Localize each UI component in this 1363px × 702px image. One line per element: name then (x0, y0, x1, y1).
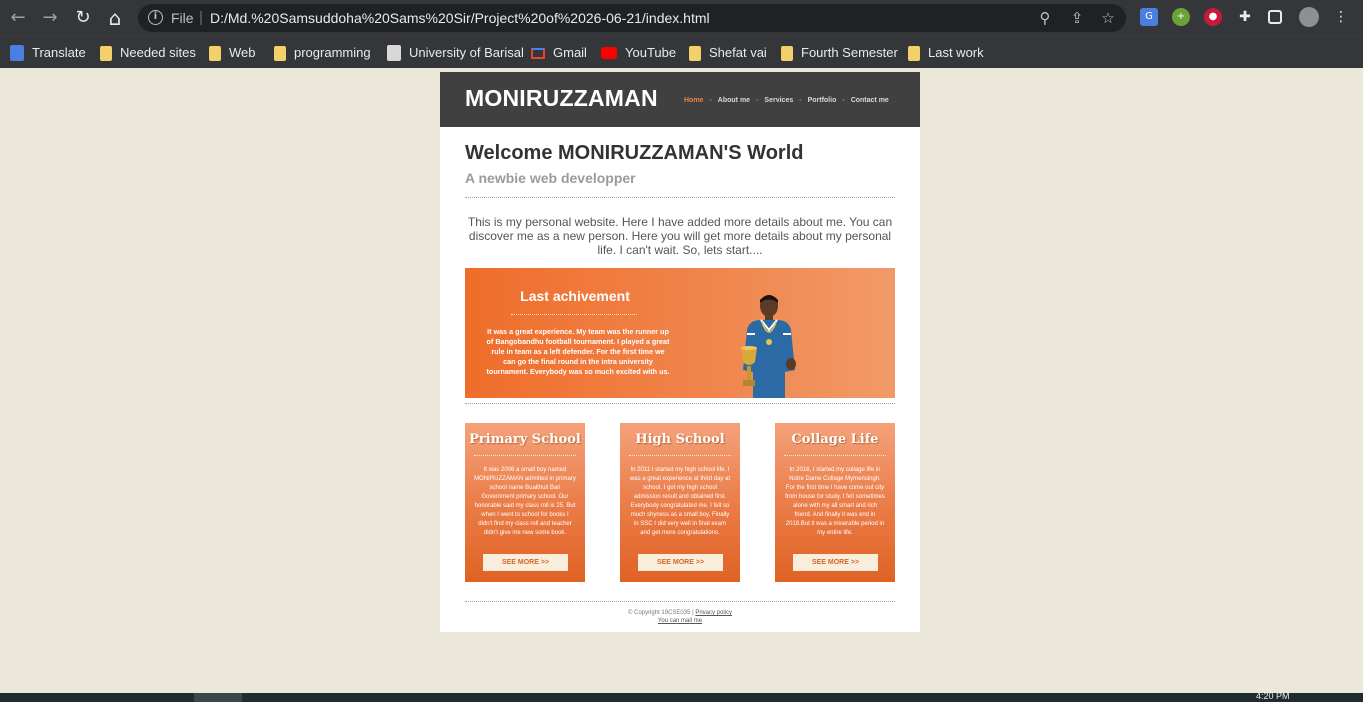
red-extension-icon[interactable]: ● (1204, 8, 1222, 26)
forward-icon[interactable]: → (38, 6, 62, 30)
nav-contact-me[interactable]: Contact me (851, 97, 889, 104)
banner-title: Last achivement (520, 288, 630, 304)
bookmark-star-icon[interactable]: ☆ (1097, 8, 1119, 28)
nav-separator: - (709, 97, 712, 104)
bookmark-label: Fourth Semester (801, 45, 898, 60)
reload-icon[interactable]: ↻ (71, 6, 95, 30)
bookmark-label: YouTube (625, 45, 677, 60)
see-more-button[interactable]: SEE MORE >> (483, 554, 568, 571)
bookmark-youtube[interactable]: YouTube (601, 43, 676, 63)
bookmark-label: University of Barisal (409, 45, 524, 60)
see-more-button[interactable]: SEE MORE >> (638, 554, 723, 571)
page-container: MONIRUZZAMAN Home - About me - Services … (440, 72, 920, 632)
folder-icon (209, 45, 221, 61)
kebab-menu-icon[interactable]: ⋮ (1332, 8, 1350, 26)
card-text: In 2016, I started my collage life in No… (785, 467, 885, 536)
bookmark-needed-sites[interactable]: Needed sites (100, 43, 196, 63)
url-separator: | (199, 9, 203, 26)
main-nav: Home - About me - Services - Portfolio -… (684, 97, 889, 104)
card-text: In 2011 I started my high school life. I… (629, 467, 731, 536)
card-divider (784, 455, 886, 456)
card-primary-school: Primary School It was 2006 a small boy n… (465, 423, 585, 582)
site-info-icon[interactable]: i (148, 10, 163, 25)
address-bar[interactable]: i File | D:/Md.%20Samsuddoha%20Sams%20Si… (138, 4, 1126, 32)
folder-icon (100, 45, 112, 61)
bookmark-label: Gmail (553, 45, 587, 60)
bookmark-label: Shefat vai (709, 45, 767, 60)
taskbar-clock: 4:20 PM (1256, 691, 1290, 701)
translate-icon (10, 45, 24, 61)
divider (465, 197, 895, 198)
folder-icon (274, 45, 286, 61)
taskbar-browser-button[interactable] (194, 693, 242, 702)
bookmarks-bar: Translate Needed sites Web programming U… (0, 36, 1363, 68)
site-header: MONIRUZZAMAN Home - About me - Services … (440, 72, 920, 127)
card-high-school: High School In 2011 I started my high sc… (620, 423, 740, 582)
bookmark-label: Translate (32, 45, 86, 60)
bookmark-last-work[interactable]: Last work (908, 43, 984, 63)
card-title: Primary School (469, 432, 581, 447)
share-icon[interactable]: ⇪ (1066, 8, 1088, 28)
bookmark-fourth-semester[interactable]: Fourth Semester (781, 43, 898, 63)
university-icon (387, 45, 401, 61)
google-translate-extension-icon[interactable]: G (1140, 8, 1158, 26)
bookmark-label: programming (294, 45, 371, 60)
zoom-icon[interactable]: ⚲ (1034, 8, 1056, 28)
profile-avatar[interactable] (1299, 7, 1319, 27)
site-logo[interactable]: MONIRUZZAMAN (465, 85, 658, 112)
browser-toolbar: ← → ↻ ⌂ i File | D:/Md.%20Samsuddoha%20S… (0, 0, 1363, 36)
bookmark-gmail[interactable]: Gmail (531, 43, 587, 63)
see-more-button[interactable]: SEE MORE >> (793, 554, 878, 571)
side-panel-icon[interactable] (1268, 10, 1282, 24)
nav-portfolio[interactable]: Portfolio (808, 97, 837, 104)
privacy-policy-link[interactable]: Privacy policy (695, 610, 732, 616)
home-icon[interactable]: ⌂ (103, 6, 127, 30)
bookmark-translate[interactable]: Translate (10, 43, 86, 63)
page-title: Welcome MONIRUZZAMAN'S World (465, 142, 804, 164)
banner-divider (511, 314, 637, 315)
banner-text: It was a great experience. My team was t… (486, 327, 670, 376)
player-with-trophy-photo (741, 295, 796, 398)
nav-separator: - (756, 97, 759, 104)
youtube-icon (601, 47, 617, 59)
card-divider (474, 455, 576, 456)
puzzle-extensions-icon[interactable]: ✚ (1236, 8, 1254, 26)
card-title: Collage Life (791, 432, 879, 447)
url-scheme: File (171, 10, 194, 26)
bookmark-label: Needed sites (120, 45, 196, 60)
mail-me-link[interactable]: You can mail me (658, 618, 702, 624)
nav-separator: - (799, 97, 802, 104)
back-icon[interactable]: ← (6, 6, 30, 30)
card-title: High School (635, 432, 725, 447)
copyright-text: © Copyright 19CSE035 | (627, 610, 696, 616)
divider (465, 403, 895, 404)
bookmark-web[interactable]: Web (209, 43, 256, 63)
intro-paragraph: This is my personal website. Here I have… (467, 215, 893, 257)
achievement-banner: Last achivement It was a great experienc… (465, 268, 895, 398)
url-text[interactable]: D:/Md.%20Samsuddoha%20Sams%20Sir/Project… (210, 10, 710, 26)
nav-about-me[interactable]: About me (718, 97, 750, 104)
green-extension-icon[interactable]: + (1172, 8, 1190, 26)
folder-icon (781, 45, 793, 61)
site-footer: © Copyright 19CSE035 | Privacy policy Yo… (465, 609, 895, 625)
bookmark-programming[interactable]: programming (274, 43, 371, 63)
card-divider (629, 455, 731, 456)
folder-icon (689, 45, 701, 61)
nav-home[interactable]: Home (684, 97, 703, 104)
taskbar: 4:20 PM (0, 691, 1363, 702)
card-collage-life: Collage Life In 2016, I started my colla… (775, 423, 895, 582)
nav-services[interactable]: Services (764, 97, 793, 104)
folder-icon (908, 45, 920, 61)
bookmark-label: Last work (928, 45, 984, 60)
page-subtitle: A newbie web developper (465, 170, 636, 186)
bookmark-label: Web (229, 45, 256, 60)
bookmark-university-of-barisal[interactable]: University of Barisal (387, 43, 524, 63)
bookmark-shefat-vai[interactable]: Shefat vai (689, 43, 767, 63)
nav-separator: - (842, 97, 845, 104)
divider (465, 601, 895, 602)
card-text: It was 2006 a small boy named MONIRUZZAM… (474, 467, 576, 536)
gmail-icon (531, 47, 545, 59)
